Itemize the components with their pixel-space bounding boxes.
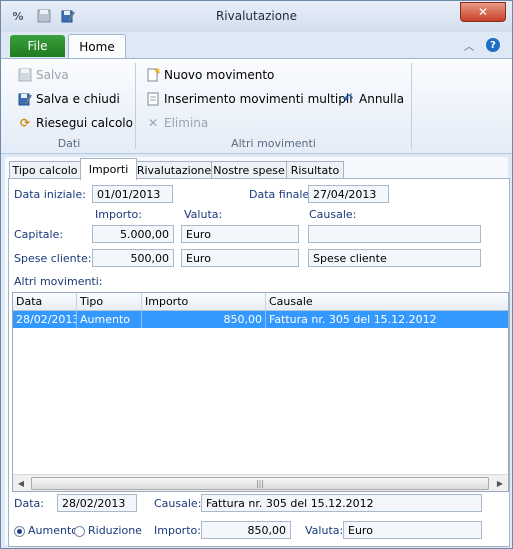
data-iniziale-label: Data iniziale: (14, 188, 86, 201)
cell-importo: 850,00 (142, 311, 266, 328)
salva-button[interactable]: Salva (17, 65, 69, 85)
tab-file[interactable]: File (10, 35, 65, 57)
capitale-causale-field[interactable] (308, 225, 481, 243)
rivalutazione-window: % Rivalutazione ✕ File Home ︿ ? Salva Sa… (0, 0, 513, 549)
riesegui-label: Riesegui calcolo (36, 116, 133, 130)
save-close-icon (17, 91, 33, 107)
content-area: Tipo calcolo Importi Rivalutazione Nostr… (5, 157, 510, 547)
scroll-left-icon[interactable]: ◀ (13, 475, 29, 491)
tab-tipo-calcolo[interactable]: Tipo calcolo (9, 161, 81, 179)
aumento-radio[interactable] (14, 526, 25, 537)
aumento-label[interactable]: Aumento (28, 524, 78, 537)
column-header-data[interactable]: Data (13, 293, 77, 310)
salva-chiudi-button[interactable]: Salva e chiudi (17, 89, 120, 109)
undo-icon: ↶ (342, 92, 354, 106)
group-separator (411, 63, 412, 149)
cell-causale: Fattura nr. 305 del 15.12.2012 (269, 313, 437, 326)
save-icon (17, 67, 33, 83)
detail-data-field[interactable]: 28/02/2013 (57, 494, 137, 512)
window-title: Rivalutazione (215, 9, 298, 23)
inserimento-multipli-label: Inserimento movimenti multipli (164, 92, 353, 106)
annulla-label: Annulla (359, 92, 405, 106)
inserimento-multipli-button[interactable]: Inserimento movimenti multipli (145, 89, 353, 109)
grid-header: Data Tipo Importo Causale (13, 293, 508, 311)
data-finale-label: Data finale: (249, 188, 313, 201)
detail-data-label: Data: (14, 497, 44, 510)
riesegui-calcolo-button[interactable]: ⟳ Riesegui calcolo (17, 113, 133, 133)
capitale-importo-field[interactable]: 5.000,00 (92, 225, 174, 243)
document-icon (145, 91, 161, 107)
group-label-altri-movimenti: Altri movimenti (231, 137, 316, 150)
refresh-icon: ⟳ (19, 116, 31, 130)
scroll-right-icon[interactable]: ▶ (492, 475, 508, 491)
horizontal-scrollbar[interactable]: ◀ ||| ▶ (13, 474, 508, 491)
ribbon: Salva Salva e chiudi ⟳ Riesegui calcolo … (1, 58, 512, 154)
column-header-tipo[interactable]: Tipo (77, 293, 142, 310)
help-icon[interactable]: ? (486, 38, 500, 52)
cell-tipo: Aumento (77, 311, 142, 328)
close-button[interactable]: ✕ (460, 2, 506, 22)
tab-nostre-spese[interactable]: Nostre spese (211, 161, 287, 179)
tab-risultato[interactable]: Risultato (286, 161, 344, 179)
new-document-icon (145, 67, 161, 83)
annulla-button[interactable]: ↶ Annulla (340, 89, 404, 109)
causale-column-label: Causale: (309, 208, 357, 221)
data-finale-field[interactable]: 27/04/2013 (308, 185, 389, 203)
capitale-label: Capitale: (14, 228, 64, 241)
capitale-valuta-field[interactable]: Euro (181, 225, 299, 243)
salva-chiudi-label: Salva e chiudi (36, 92, 120, 106)
scrollbar-thumb[interactable]: ||| (31, 477, 489, 490)
delete-icon: ✕ (147, 116, 159, 130)
table-row[interactable]: 28/02/2013 Aumento 850,00 Fattura nr. 30… (13, 311, 508, 328)
importo-column-label: Importo: (95, 208, 142, 221)
elimina-label: Elimina (164, 116, 209, 130)
importi-panel: Data iniziale: 01/01/2013 Data finale: 2… (8, 178, 510, 547)
minimize-ribbon-icon[interactable]: ︿ (462, 38, 476, 53)
detail-importo-field[interactable]: 850,00 (201, 521, 291, 539)
column-header-importo[interactable]: Importo (142, 293, 266, 310)
nuovo-movimento-label: Nuovo movimento (164, 68, 275, 82)
salva-label: Salva (36, 68, 69, 82)
elimina-button[interactable]: ✕ Elimina (145, 113, 208, 133)
spese-cliente-label: Spese cliente: (14, 252, 92, 265)
movimenti-grid[interactable]: Data Tipo Importo Causale 28/02/2013 Aum… (12, 292, 509, 492)
data-iniziale-field[interactable]: 01/01/2013 (92, 185, 173, 203)
ribbon-tab-bar: File Home ︿ ? (1, 32, 512, 59)
riduzione-label[interactable]: Riduzione (88, 524, 142, 537)
grip-icon: ||| (255, 479, 265, 488)
detail-causale-label: Causale: (154, 497, 202, 510)
spese-importo-field[interactable]: 500,00 (92, 249, 174, 267)
group-separator (135, 63, 136, 149)
spese-causale-field[interactable]: Spese cliente (308, 249, 481, 267)
tab-rivalutazione[interactable]: Rivalutazione (136, 161, 212, 179)
nuovo-movimento-button[interactable]: Nuovo movimento (145, 65, 274, 85)
close-icon: ✕ (477, 5, 489, 19)
detail-causale-field[interactable]: Fattura nr. 305 del 15.12.2012 (201, 494, 482, 512)
column-header-causale[interactable]: Causale (266, 293, 508, 310)
spese-valuta-field[interactable]: Euro (181, 249, 299, 267)
tab-importi[interactable]: Importi (80, 158, 137, 180)
tab-home[interactable]: Home (68, 34, 126, 59)
altri-movimenti-label: Altri movimenti: (14, 275, 103, 288)
detail-importo-label: Importo: (154, 524, 201, 537)
detail-valuta-label: Valuta: (305, 524, 344, 537)
title-bar: % Rivalutazione ✕ (1, 1, 512, 32)
cell-data: 28/02/2013 (13, 311, 77, 328)
detail-valuta-field[interactable]: Euro (343, 521, 482, 539)
valuta-column-label: Valuta: (184, 208, 223, 221)
riduzione-radio[interactable] (74, 526, 85, 537)
group-label-dati: Dati (57, 137, 81, 150)
